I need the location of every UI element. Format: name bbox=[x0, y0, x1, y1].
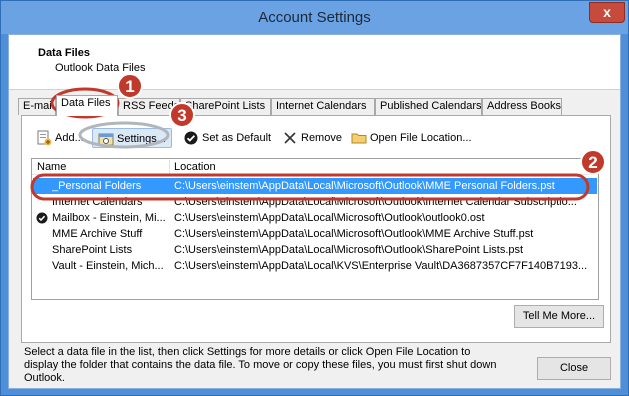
tab-strip: E-mail Data Files RSS Feeds SharePoint L… bbox=[9, 95, 620, 117]
tab-address-books[interactable]: Address Books bbox=[482, 98, 562, 115]
x-icon bbox=[284, 132, 296, 144]
row-location: C:\Users\einstem\AppData\Local\Microsoft… bbox=[174, 212, 485, 224]
row-name: Mailbox - Einstein, Mi... bbox=[52, 212, 166, 224]
row-location: C:\Users\einstem\AppData\Local\Microsoft… bbox=[174, 180, 555, 192]
row-location: C:\Users\einstem\AppData\Local\Microsoft… bbox=[174, 196, 577, 208]
tab-rss-feeds[interactable]: RSS Feeds bbox=[118, 98, 180, 115]
header-title: Data Files bbox=[38, 47, 90, 59]
row-location: C:\Users\einstem\AppData\Local\Microsoft… bbox=[174, 244, 524, 256]
tell-me-more-button[interactable]: Tell Me More... bbox=[514, 305, 604, 328]
tab-sharepoint-lists[interactable]: SharePoint Lists bbox=[180, 98, 271, 115]
list-row[interactable]: _Personal Folders C:\Users\einstem\AppDa… bbox=[33, 178, 597, 194]
title-bar: Account Settings x bbox=[1, 1, 628, 34]
remove-label: Remove bbox=[301, 132, 342, 144]
tab-email[interactable]: E-mail bbox=[18, 98, 56, 115]
list-row[interactable]: MME Archive Stuff C:\Users\einstem\AppDa… bbox=[33, 226, 597, 242]
list-row[interactable]: Vault - Einstein, Mich... C:\Users\einst… bbox=[33, 258, 597, 274]
tab-published-calendars[interactable]: Published Calendars bbox=[375, 98, 482, 115]
close-button[interactable]: Close bbox=[537, 357, 611, 380]
folder-icon bbox=[351, 133, 367, 144]
column-divider[interactable] bbox=[169, 160, 170, 174]
remove-button[interactable]: Remove bbox=[282, 128, 342, 148]
row-name: SharePoint Lists bbox=[52, 244, 133, 256]
default-checkmark-icon bbox=[36, 212, 48, 224]
tab-internet-calendars[interactable]: Internet Calendars bbox=[271, 98, 375, 115]
column-header-name[interactable]: Name bbox=[37, 159, 66, 175]
help-text: Select a data file in the list, then cli… bbox=[24, 346, 497, 384]
list-row[interactable]: Mailbox - Einstein, Mi... C:\Users\einst… bbox=[33, 210, 597, 226]
data-files-list[interactable]: Name Location _Personal Folders C:\Users… bbox=[31, 158, 599, 300]
checkmark-icon bbox=[184, 131, 198, 145]
column-header-location[interactable]: Location bbox=[174, 159, 216, 175]
list-row[interactable]: SharePoint Lists C:\Users\einstem\AppDat… bbox=[33, 242, 597, 258]
row-name: MME Archive Stuff bbox=[52, 228, 143, 240]
open-file-location-label: Open File Location... bbox=[370, 132, 472, 144]
add-button[interactable]: Add... bbox=[36, 128, 84, 148]
row-name: Vault - Einstein, Mich... bbox=[52, 260, 164, 272]
tab-data-files[interactable]: Data Files bbox=[56, 95, 118, 116]
row-name: Internet Calendars bbox=[52, 196, 143, 208]
add-label: Add... bbox=[55, 132, 84, 144]
dialog-body: Data Files Outlook Data Files E-mail Dat… bbox=[8, 34, 621, 389]
open-file-location-button[interactable]: Open File Location... bbox=[351, 128, 472, 148]
dialog-header: Data Files Outlook Data Files bbox=[9, 35, 620, 90]
set-as-default-label: Set as Default bbox=[202, 132, 272, 144]
settings-button[interactable]: Settings... bbox=[92, 128, 172, 148]
row-name: _Personal Folders bbox=[52, 180, 142, 192]
list-header: Name Location bbox=[32, 159, 598, 175]
row-location: C:\Users\einstem\AppData\Local\Microsoft… bbox=[174, 228, 534, 240]
header-subtitle: Outlook Data Files bbox=[55, 62, 146, 74]
add-file-icon bbox=[37, 130, 52, 146]
row-location: C:\Users\einstem\AppData\Local\KVS\Enter… bbox=[174, 260, 588, 272]
list-row[interactable]: Internet Calendars C:\Users\einstem\AppD… bbox=[33, 194, 597, 210]
account-settings-window: Account Settings x Data Files Outlook Da… bbox=[0, 0, 629, 396]
settings-icon bbox=[98, 133, 114, 146]
settings-label: Settings... bbox=[117, 133, 166, 145]
set-as-default-button[interactable]: Set as Default bbox=[183, 128, 271, 148]
window-close-button[interactable]: x bbox=[589, 2, 625, 23]
window-title: Account Settings bbox=[258, 9, 371, 26]
